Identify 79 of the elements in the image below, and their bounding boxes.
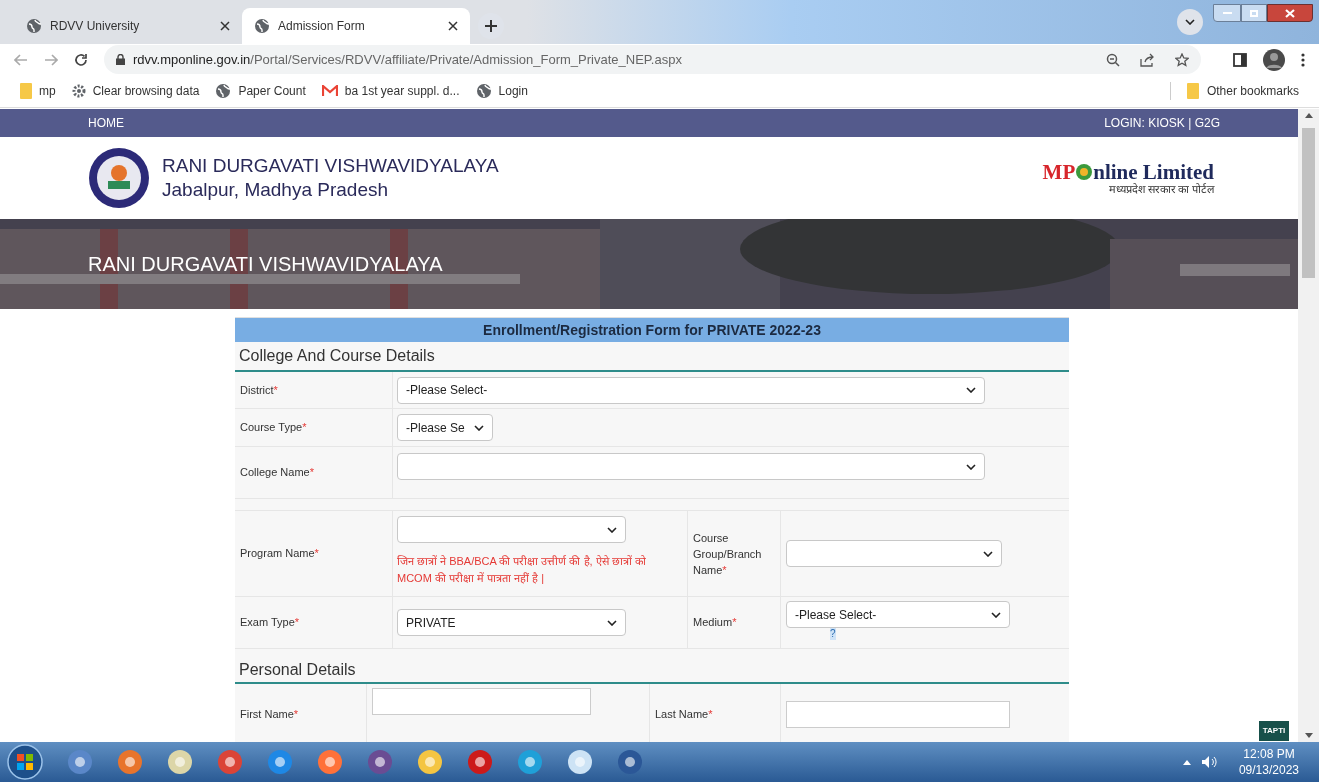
- bookmark-item[interactable]: Paper Count: [215, 82, 306, 100]
- field-label: District*: [240, 382, 278, 398]
- last-name-input[interactable]: [786, 700, 1010, 728]
- tab-title: Admission Form: [278, 18, 366, 35]
- bookmark-item[interactable]: Clear browsing data: [71, 82, 200, 100]
- section-heading: College And Course Details: [235, 342, 1069, 372]
- bookmark-item[interactable]: Other bookmarks: [1186, 82, 1299, 100]
- caret-icon: [983, 550, 993, 557]
- caret-icon: [607, 619, 617, 626]
- first-name-input[interactable]: [372, 688, 591, 715]
- lock-icon: [116, 54, 125, 65]
- globe-icon: [475, 83, 492, 99]
- mail-icon: [321, 85, 338, 97]
- caret-icon: [1185, 19, 1195, 25]
- star-icon[interactable]: [1175, 52, 1189, 67]
- share-icon[interactable]: [1140, 52, 1155, 67]
- gear-icon: [71, 84, 86, 98]
- new-tab-button[interactable]: [478, 13, 504, 39]
- close-icon: [1285, 8, 1295, 18]
- caret-icon: [607, 526, 617, 533]
- globe-icon: [254, 18, 270, 34]
- field-label: Course Group/Branch Name*: [693, 530, 763, 578]
- scroll-thumb[interactable]: [1302, 128, 1315, 278]
- volume-icon[interactable]: [1200, 755, 1217, 769]
- plus-icon: [485, 20, 497, 32]
- caret-icon: [966, 463, 976, 470]
- university-emblem: [88, 147, 150, 209]
- clock[interactable]: 12:08 PM 09/13/2023: [1238, 746, 1299, 778]
- field-label: Exam Type*: [240, 615, 300, 631]
- reload-icon[interactable]: [74, 52, 88, 67]
- help-mark: ?: [830, 628, 836, 640]
- field-label: College Name*: [240, 465, 314, 481]
- chat-badge[interactable]: TAPTI: [1259, 721, 1289, 741]
- field-label: Program Name*: [240, 546, 319, 562]
- mponline-logo: MP nline Limited मध्यप्रदेश सरकार का पोर्टल: [1042, 160, 1214, 196]
- field-label: Course Type*: [240, 420, 307, 436]
- address-bar[interactable]: rdvv.mponline.gov.in/Portal/Services/RDVV/affiliate/Private/Admission_Form_Private_NEP.aspx: [104, 45, 1201, 74]
- medium-select[interactable]: -Please Select-: [786, 601, 1010, 628]
- zoom-out-icon[interactable]: [1106, 52, 1120, 67]
- side-panel-icon[interactable]: [1233, 52, 1247, 67]
- globe-icon: [215, 83, 232, 99]
- login-link[interactable]: LOGIN: KIOSK | G2G: [1104, 114, 1220, 132]
- university-title: RANI DURGAVATI VISHWAVIDYALAYA: [162, 154, 499, 178]
- bookmark-item[interactable]: Login: [475, 82, 528, 100]
- section-heading: Personal Details: [235, 657, 1069, 684]
- close-icon[interactable]: [220, 21, 230, 31]
- menu-icon[interactable]: [1301, 52, 1305, 67]
- minimize-button[interactable]: [1213, 4, 1241, 22]
- close-icon[interactable]: [448, 21, 458, 31]
- form-title: Enrollment/Registration Form for PRIVATE 2022-23: [235, 317, 1069, 342]
- globe-icon: [26, 18, 42, 34]
- home-link[interactable]: HOME: [88, 114, 124, 132]
- bookmark-item[interactable]: ba 1st year suppl. d...: [321, 82, 460, 100]
- scroll-down-icon[interactable]: [1304, 733, 1313, 738]
- caret-icon: [991, 611, 1001, 618]
- tab-search-button[interactable]: [1177, 9, 1203, 35]
- bookmark-item[interactable]: mp: [20, 82, 56, 100]
- url-text: rdvv.mponline.gov.in/Portal/Services/RDVV/affiliate/Private/Admission_Form_Private_NEP.aspx: [133, 50, 683, 69]
- avatar-icon[interactable]: [1263, 48, 1285, 71]
- field-label: First Name*: [240, 706, 299, 722]
- eligibility-note: जिन छात्रों ने BBA/BCA की परीक्षा उत्तीर्ण की है, ऐसे छात्रों को MCOM की परीक्षा में पात्रता नहीं है |: [397, 554, 647, 586]
- caret-icon: [966, 387, 976, 393]
- district-select[interactable]: -Please Select-: [397, 376, 985, 404]
- browser-tab[interactable]: Admission Form: [242, 8, 470, 44]
- forward-icon[interactable]: [44, 53, 58, 66]
- caret-icon: [474, 424, 484, 431]
- close-window-button[interactable]: [1267, 4, 1313, 22]
- field-label: Last Name*: [655, 706, 713, 722]
- banner-title: RANI DURGAVATI VISHWAVIDYALAYA: [88, 252, 443, 277]
- back-icon[interactable]: [14, 53, 28, 66]
- start-button[interactable]: [6, 743, 44, 781]
- exam-type-select[interactable]: PRIVATE: [397, 609, 626, 636]
- scroll-up-icon[interactable]: [1304, 113, 1313, 118]
- university-location: Jabalpur, Madhya Pradesh: [162, 178, 390, 202]
- field-label: Medium*: [693, 615, 737, 631]
- tab-title: RDVV University: [50, 18, 141, 35]
- maximize-button[interactable]: [1241, 4, 1267, 22]
- tray-arrow-icon[interactable]: [1182, 759, 1191, 765]
- course-type-select[interactable]: -Please Se: [397, 414, 493, 441]
